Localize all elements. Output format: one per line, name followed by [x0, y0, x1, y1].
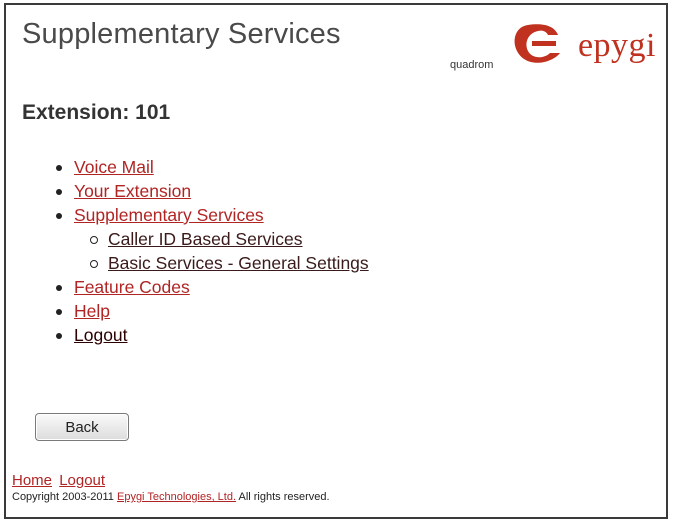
menu-item-feature-codes: Feature Codes: [50, 275, 369, 299]
logout-link[interactable]: Logout: [74, 325, 128, 345]
copyright: Copyright 2003-2011 Epygi Technologies, …: [12, 491, 330, 503]
help-link[interactable]: Help: [74, 301, 110, 321]
header: Supplementary Services quadrom epygi: [6, 5, 666, 83]
menu-item-your-extension: Your Extension: [50, 179, 369, 203]
extension-heading: Extension: 101: [22, 101, 170, 125]
main-frame: Supplementary Services quadrom epygi Ext…: [4, 3, 668, 519]
copyright-suffix: All rights reserved.: [238, 491, 330, 503]
navigation-menu: Voice Mail Your Extension Supplementary …: [50, 155, 369, 347]
menu-item-help: Help: [50, 299, 369, 323]
menu-subitem-caller-id: Caller ID Based Services: [50, 227, 369, 251]
your-extension-link[interactable]: Your Extension: [74, 181, 191, 201]
voice-mail-link[interactable]: Voice Mail: [74, 157, 154, 177]
footer-home-link[interactable]: Home: [12, 472, 52, 489]
bullet-icon: [56, 213, 62, 219]
supplementary-services-link[interactable]: Supplementary Services: [74, 205, 264, 225]
bullet-icon: [56, 189, 62, 195]
bullet-icon: [56, 165, 62, 171]
bullet-icon: [56, 333, 62, 339]
company-link[interactable]: Epygi Technologies, Ltd.: [117, 491, 236, 503]
menu-item-supplementary-services: Supplementary Services: [50, 203, 369, 227]
logo-subtitle: quadrom: [450, 59, 494, 71]
bullet-icon: [56, 285, 62, 291]
extension-label: Extension: 101: [22, 101, 171, 124]
menu-item-logout: Logout: [50, 323, 369, 347]
basic-services-link[interactable]: Basic Services - General Settings: [108, 253, 369, 273]
back-button[interactable]: Back: [35, 413, 129, 441]
circle-bullet-icon: [90, 236, 98, 244]
footer-links: Home Logout: [12, 472, 108, 489]
copyright-prefix: Copyright 2003-2011: [12, 491, 114, 503]
footer-logout-link[interactable]: Logout: [59, 472, 105, 489]
circle-bullet-icon: [90, 260, 98, 268]
caller-id-services-link[interactable]: Caller ID Based Services: [108, 229, 303, 249]
menu-subitem-basic-services: Basic Services - General Settings: [50, 251, 369, 275]
logo-text: epygi: [577, 27, 656, 64]
menu-item-voice-mail: Voice Mail: [50, 155, 369, 179]
page-title: Supplementary Services: [22, 18, 341, 50]
feature-codes-link[interactable]: Feature Codes: [74, 277, 190, 297]
logo: quadrom epygi: [450, 13, 660, 73]
bullet-icon: [56, 309, 62, 315]
